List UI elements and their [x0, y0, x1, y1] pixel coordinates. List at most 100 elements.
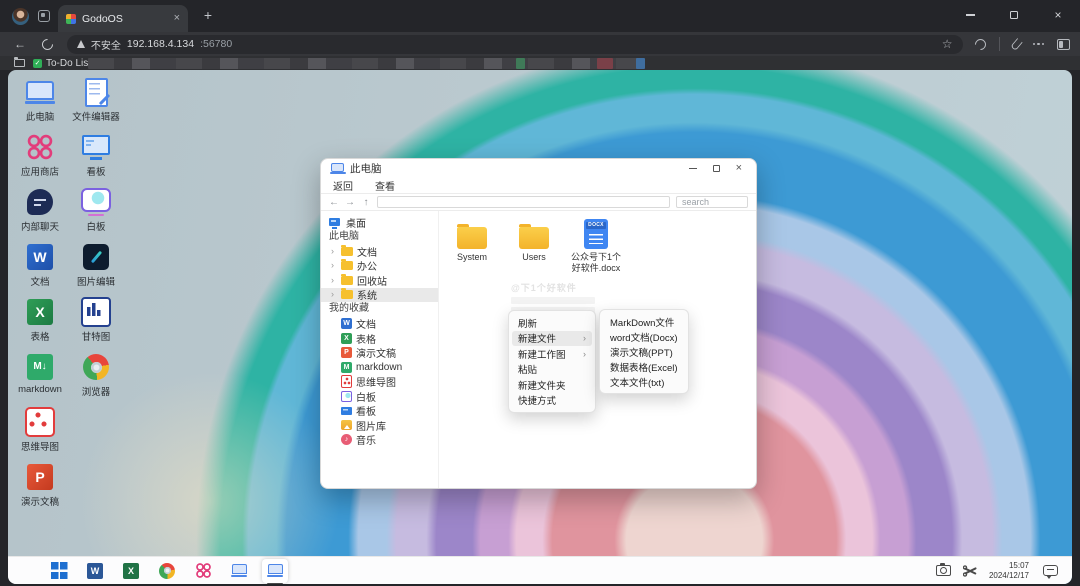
- chevron-right-icon[interactable]: ›: [331, 290, 337, 299]
- sidebar-favorite-item[interactable]: markdown: [321, 360, 438, 375]
- menu-back[interactable]: 返回: [333, 178, 353, 193]
- sidebar-favorite-item[interactable]: 看板: [321, 404, 438, 419]
- nav-back-icon[interactable]: ←: [329, 197, 339, 208]
- sidebar-favorite-item[interactable]: 文档: [321, 317, 438, 332]
- desktop-icon[interactable]: 表格: [12, 295, 68, 350]
- sidebar-favorite-item[interactable]: 演示文稿: [321, 346, 438, 361]
- bookmark-todo-list[interactable]: To-Do List: [46, 58, 91, 69]
- sidebar-folder-item[interactable]: › 系统: [321, 288, 438, 303]
- sidebar-favorite-item[interactable]: 思维导图: [321, 375, 438, 390]
- address-bar[interactable]: 不安全 192.168.4.134 :56780 ☆: [67, 35, 963, 54]
- sidebar-panel-icon[interactable]: [1057, 39, 1070, 50]
- taskbar-app[interactable]: [118, 559, 144, 583]
- file-item[interactable]: 公众号下1个好软件.docx: [569, 217, 623, 274]
- circular-arrow-icon[interactable]: [972, 36, 988, 52]
- explorer-maximize-icon[interactable]: [713, 165, 720, 172]
- context-menu-item[interactable]: 刷新: [512, 315, 592, 331]
- desktop-icon[interactable]: 白板: [68, 185, 124, 240]
- desktop-icon[interactable]: 应用商店: [12, 130, 68, 185]
- explorer-close-icon[interactable]: ×: [736, 163, 742, 174]
- context-menu-item[interactable]: 快捷方式: [512, 393, 592, 409]
- taskbar-app[interactable]: [46, 559, 72, 583]
- context-submenu: MarkDown文件 word文档(Docx) 演示文稿(PPT) 数据表格(E…: [599, 309, 689, 394]
- sidebar-folder-item[interactable]: › 回收站: [321, 273, 438, 288]
- submenu-item[interactable]: MarkDown文件: [603, 314, 685, 329]
- nav-up-icon[interactable]: ↑: [361, 197, 371, 208]
- close-button[interactable]: ×: [1036, 0, 1080, 30]
- context-menu-item[interactable]: 新建文件 ›: [512, 331, 592, 347]
- explorer-path-input[interactable]: [377, 196, 670, 208]
- sidebar-favorite-item[interactable]: 图片库: [321, 418, 438, 433]
- submenu-item[interactable]: 数据表格(Excel): [603, 359, 685, 374]
- workspaces-icon[interactable]: [38, 10, 50, 22]
- desktop-icon[interactable]: 演示文稿: [12, 460, 68, 515]
- minimize-button[interactable]: [948, 0, 992, 30]
- taskbar-app-icon: [195, 562, 212, 579]
- taskbar-app[interactable]: [226, 559, 252, 583]
- browser-tab[interactable]: GodoOS ×: [58, 5, 188, 32]
- refresh-icon[interactable]: [40, 36, 55, 51]
- submenu-item[interactable]: 文本文件(txt): [603, 374, 685, 389]
- desktop-icon[interactable]: 内部聊天: [12, 185, 68, 240]
- new-tab-button[interactable]: +: [200, 8, 216, 24]
- taskbar-app[interactable]: [154, 559, 180, 583]
- desktop-icon-label: markdown: [18, 384, 62, 395]
- favorite-app-icon: [341, 434, 352, 445]
- desktop-icon[interactable]: 甘特图: [68, 295, 124, 350]
- desktop-icon[interactable]: 图片编辑: [68, 240, 124, 295]
- chat-bubble-icon[interactable]: [1043, 565, 1058, 576]
- chevron-right-icon[interactable]: ›: [331, 261, 337, 270]
- desktop-icon[interactable]: 看板: [68, 130, 124, 185]
- sidebar-item-desktop[interactable]: 桌面: [321, 215, 438, 230]
- taskbar-app-icon: [51, 562, 68, 579]
- sidebar-favorite-item[interactable]: 表格: [321, 331, 438, 346]
- url-host[interactable]: 192.168.4.134: [127, 38, 194, 50]
- tab-close-icon[interactable]: ×: [174, 13, 180, 24]
- taskbar-clock[interactable]: 15:07 2024/12/17: [989, 561, 1029, 581]
- back-icon[interactable]: ←: [14, 37, 26, 51]
- profile-avatar[interactable]: [12, 8, 29, 25]
- desktop-icon[interactable]: 此电脑: [12, 75, 68, 130]
- desktop-icon[interactable]: 文档: [12, 240, 68, 295]
- taskbar-app[interactable]: [190, 559, 216, 583]
- desktop-icon[interactable]: 浏览器: [68, 350, 124, 405]
- sidebar-folder-item[interactable]: › 办公: [321, 259, 438, 274]
- url-port[interactable]: :56780: [200, 38, 232, 50]
- explorer-content[interactable]: System Users 公众号下1个好软件.docx: [439, 211, 756, 488]
- favorite-app-icon: [341, 347, 352, 358]
- desktop-icon[interactable]: markdown: [12, 350, 68, 405]
- file-item[interactable]: Users: [499, 217, 569, 263]
- bookmarks-folder-icon[interactable]: [14, 59, 25, 67]
- favorite-app-icon: [341, 391, 352, 402]
- desktop-icon-label: 甘特图: [82, 329, 111, 343]
- menu-view[interactable]: 查看: [375, 178, 395, 193]
- favorite-star-icon[interactable]: ☆: [942, 37, 953, 51]
- paperclip-icon[interactable]: [1010, 38, 1022, 51]
- context-menu-item[interactable]: 粘贴: [512, 362, 592, 378]
- explorer-titlebar[interactable]: 此电脑 ×: [321, 159, 756, 178]
- sidebar-favorite-item[interactable]: 音乐: [321, 433, 438, 448]
- context-menu-item[interactable]: 新建文件夹: [512, 377, 592, 393]
- screenshot-camera-icon[interactable]: [936, 565, 951, 576]
- file-item[interactable]: System: [445, 217, 499, 263]
- desktop-icon[interactable]: 思维导图: [12, 405, 68, 460]
- chevron-right-icon[interactable]: ›: [331, 276, 337, 285]
- submenu-item[interactable]: word文档(Docx): [603, 329, 685, 344]
- sidebar-label: 思维导图: [356, 374, 396, 389]
- context-menu-item[interactable]: 新建工作图 ›: [512, 346, 592, 362]
- security-label[interactable]: 不安全: [91, 37, 121, 52]
- scissors-icon[interactable]: [963, 565, 977, 577]
- restore-button[interactable]: [992, 0, 1036, 30]
- chevron-right-icon[interactable]: ›: [331, 247, 337, 256]
- sidebar-folder-item[interactable]: › 文档: [321, 244, 438, 259]
- submenu-item[interactable]: 演示文稿(PPT): [603, 344, 685, 359]
- sidebar-favorite-item[interactable]: 白板: [321, 389, 438, 404]
- explorer-search-input[interactable]: [676, 196, 748, 208]
- submenu-item-label: MarkDown文件: [610, 315, 674, 329]
- desktop-icon[interactable]: 文件编辑器: [68, 75, 124, 130]
- taskbar-app[interactable]: [262, 559, 288, 583]
- more-menu-icon[interactable]: [1033, 43, 1045, 46]
- taskbar-app[interactable]: [82, 559, 108, 583]
- explorer-minimize-icon[interactable]: [689, 168, 697, 169]
- nav-forward-icon[interactable]: →: [345, 197, 355, 208]
